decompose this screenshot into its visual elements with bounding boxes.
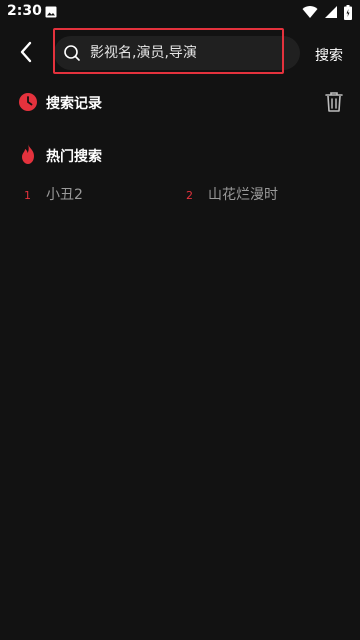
hot-item-label: 山花烂漫时	[208, 187, 278, 203]
hot-title: 热门搜索	[46, 149, 102, 165]
hot-rank: 1	[24, 189, 31, 202]
back-button[interactable]	[14, 40, 38, 64]
hot-rank: 2	[186, 189, 193, 202]
hot-search-item[interactable]: 1 小丑2	[24, 184, 83, 204]
search-bar[interactable]	[54, 36, 300, 70]
wifi-icon	[302, 6, 318, 19]
history-title: 搜索记录	[46, 96, 102, 112]
battery-icon	[344, 4, 352, 20]
hot-search-item[interactable]: 2 山花烂漫时	[186, 184, 278, 204]
hot-section-header: 热门搜索	[18, 143, 218, 165]
search-icon	[64, 45, 80, 61]
history-section-header: 搜索记录	[18, 91, 344, 113]
clock-icon	[19, 93, 37, 111]
status-bar: 2:30	[0, 0, 360, 24]
status-icons	[302, 4, 352, 20]
signal-icon	[325, 6, 337, 18]
hot-item-label: 小丑2	[46, 187, 83, 203]
search-button[interactable]: 搜索	[315, 45, 343, 65]
fire-icon	[22, 144, 34, 164]
image-notification-icon	[45, 6, 57, 18]
status-time: 2:30	[7, 3, 42, 19]
search-input[interactable]	[90, 36, 290, 70]
trash-icon[interactable]	[324, 91, 344, 113]
back-arrow-icon	[20, 41, 32, 63]
